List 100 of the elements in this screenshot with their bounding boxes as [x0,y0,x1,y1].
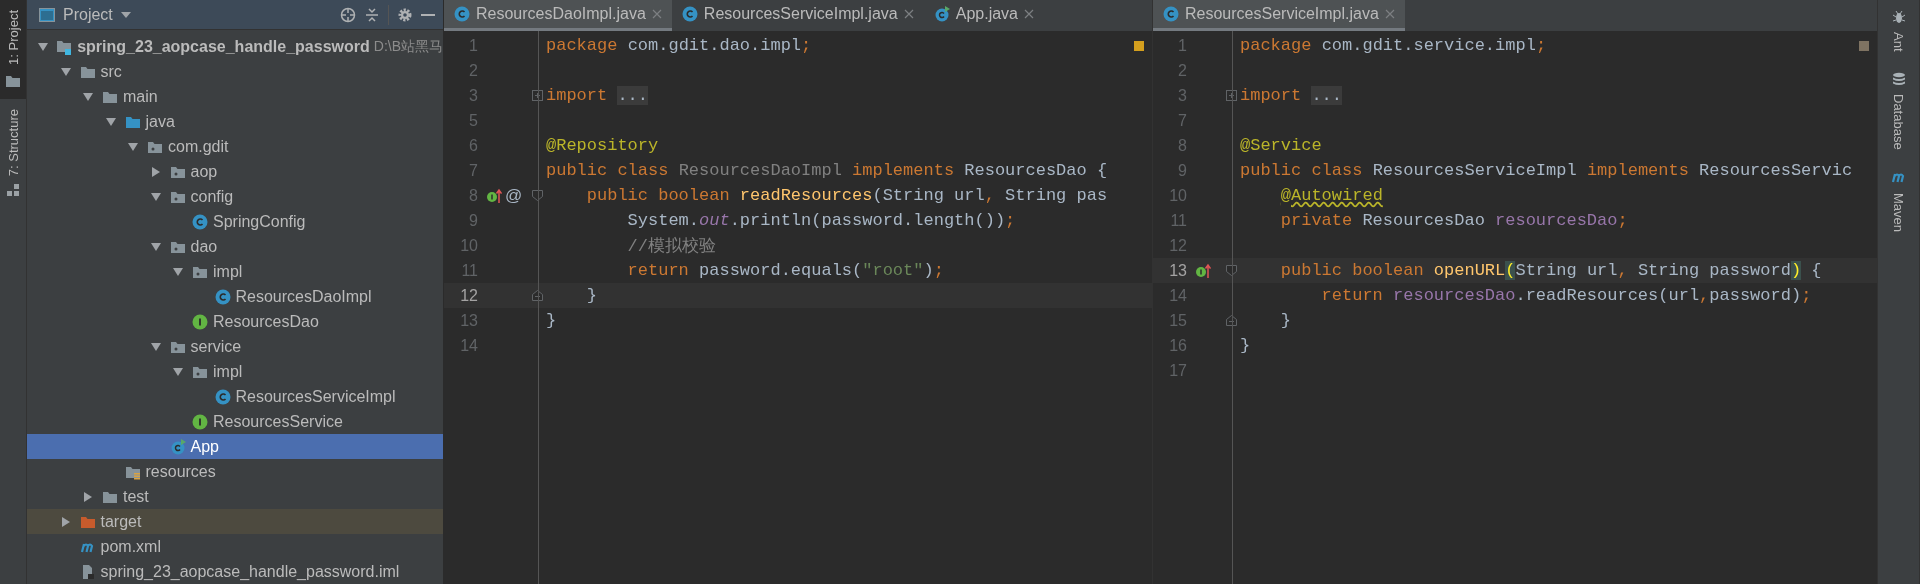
line-number: 12 [1168,236,1187,255]
collapsed-arrow-icon[interactable] [149,165,162,178]
line-number: 15 [1168,311,1187,330]
gutter-mark[interactable]: @ [505,185,523,206]
tree-item[interactable]: spring_23_aopcase_handle_password.iml [27,559,443,584]
class-icon [681,6,698,22]
tree-item[interactable]: ResourcesServiceImpl [27,384,443,409]
collapsed-arrow-icon[interactable] [82,490,94,503]
code-line: import ... [1240,86,1343,105]
tree-item[interactable]: aop [27,159,443,184]
tool-window-button[interactable]: Database [1878,61,1919,160]
database-icon [1891,71,1906,86]
fold-icon[interactable] [1226,315,1237,326]
line-number: 13 [1168,261,1187,280]
code-line: return resourcesDao.readResources(url,password); [1320,286,1812,305]
tree-item[interactable]: src [27,59,443,84]
tree-item[interactable]: com.gdit [27,134,443,159]
expanded-arrow-icon[interactable] [149,240,162,253]
fold-icon[interactable] [532,290,543,301]
line-number: 9 [1177,161,1187,180]
tool-window-button[interactable]: Ant [1878,0,1919,62]
tree-item[interactable]: target [27,509,443,534]
line-number: 1 [1177,36,1187,55]
expanded-arrow-icon[interactable] [149,340,162,353]
tree-item[interactable]: impl [27,359,443,384]
close-icon[interactable] [903,9,914,19]
settings-icon[interactable] [397,6,413,23]
tree-item[interactable]: config [27,184,443,209]
code-line: } [585,286,597,305]
line-number: 17 [1168,361,1187,380]
code-line: package com.gdit.service.impl; [1240,36,1547,55]
tool-window-button[interactable]: 7: Structure [0,98,26,207]
tree-item[interactable]: spring_23_aopcase_handle_password D:\B站黑马 [27,34,443,59]
tool-window-button[interactable]: 1: Project [0,0,26,99]
editor-tab[interactable]: App.java [923,0,1044,31]
tree-item[interactable]: resources [27,459,443,484]
code-line: public boolean openURL(String url, String password) { [1279,261,1822,280]
expanded-arrow-icon[interactable] [59,65,72,78]
window-icon [39,7,55,22]
line-number: 7 [468,161,478,180]
code-line: System.out.println(password.length()); [626,211,1016,230]
structure-icon [7,184,19,197]
line-number: 10 [1168,186,1187,205]
bug-icon [1891,10,1906,24]
path-hint: D:\B站黑马 [373,37,443,56]
code-line: } [1240,336,1251,355]
code-line: import ... [546,86,649,105]
collapse-all-icon[interactable] [364,6,380,23]
expanded-arrow-icon[interactable] [149,190,162,203]
code-line: //模拟校验 [626,236,717,257]
tree-item[interactable]: App [27,434,443,459]
fold-icon[interactable] [532,190,543,201]
tool-window-button[interactable]: Maven [1878,159,1919,243]
editor-tab[interactable]: ResourcesDaoImpl.java [444,0,672,31]
tree-item[interactable]: SpringConfig [27,209,443,234]
close-icon[interactable] [1024,9,1034,19]
tree-item[interactable]: service [27,334,443,359]
tree-item[interactable]: ResourcesDao [27,309,443,334]
class-icon [933,6,950,22]
editor-tab[interactable]: ResourcesServiceImpl.java [1153,0,1405,31]
code-line: } [546,311,557,330]
expanded-arrow-icon[interactable] [172,265,184,278]
tree-item[interactable]: ResourcesService [27,409,443,434]
panel-title[interactable]: Project [63,5,113,24]
line-number: 12 [459,286,478,305]
tree-item[interactable]: impl [27,259,443,284]
class-icon [192,213,208,230]
line-number: 3 [1177,86,1187,105]
tree-item[interactable]: ResourcesDaoImpl [27,284,443,309]
code-line: private ResourcesDao resourcesDao; [1279,211,1628,230]
line-number: 11 [1169,211,1187,230]
expanded-arrow-icon[interactable] [127,140,139,153]
tree-item[interactable]: test [27,484,443,509]
implements-icon[interactable] [486,187,502,204]
fold-icon[interactable] [1226,90,1237,101]
collapsed-arrow-icon[interactable] [59,515,72,528]
implements-icon[interactable] [1195,262,1211,279]
fold-icon[interactable] [532,90,543,101]
tree-item[interactable]: dao [27,234,443,259]
code-line: package com.gdit.dao.impl; [546,36,812,55]
tree-item[interactable]: main [27,84,443,109]
code-line: @Autowired [1279,186,1383,205]
editor-tab[interactable]: ResourcesServiceImpl.java [671,0,924,31]
code-line: public class ResourcesServiceImpl implements ResourcesServic [1240,161,1853,180]
expanded-arrow-icon[interactable] [172,365,184,378]
code-line: @Service [1240,136,1322,155]
expanded-arrow-icon[interactable] [37,40,49,53]
tree-item[interactable]: pom.xml [27,534,443,559]
crosshair-icon[interactable] [340,6,356,23]
expanded-arrow-icon[interactable] [104,115,117,128]
line-number: 8 [468,186,478,205]
interface-icon [192,313,208,330]
line-number: 16 [1168,336,1187,355]
dropdown-caret-icon[interactable] [120,11,131,18]
fold-icon[interactable] [1226,265,1237,276]
expanded-arrow-icon[interactable] [82,90,94,103]
code-line: return password.equals("root"); [626,261,944,280]
line-number: 3 [468,86,478,105]
line-number: 10 [459,236,478,255]
tree-item[interactable]: java [27,109,443,134]
